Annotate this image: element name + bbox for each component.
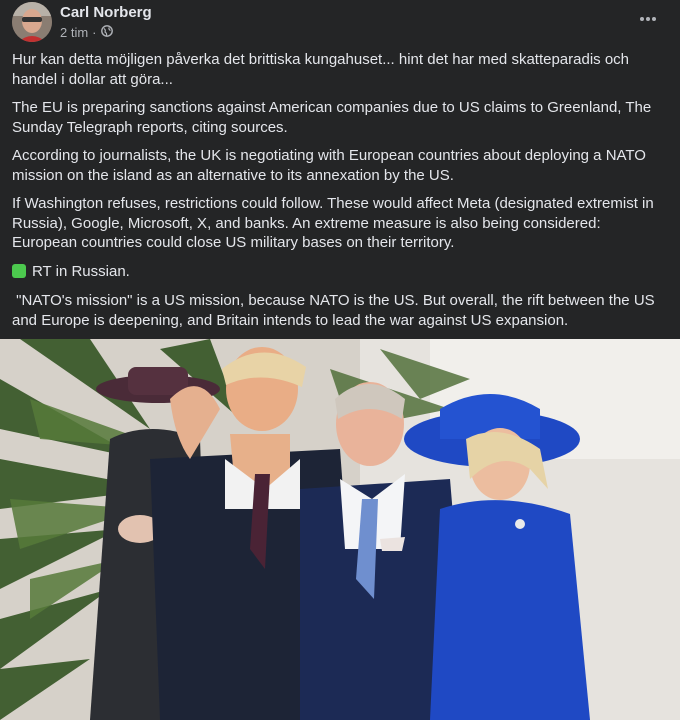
post-text: Hur kan detta möjligen påverka det britt… bbox=[12, 50, 662, 339]
green-square-icon bbox=[12, 263, 26, 278]
rt-line-text: RT in Russian. bbox=[32, 262, 130, 280]
post-meta: 2 tim · bbox=[60, 25, 113, 40]
meta-separator: · bbox=[92, 25, 97, 40]
post-paragraph: Hur kan detta möjligen påverka det britt… bbox=[12, 51, 630, 88]
post-time[interactable]: 2 tim bbox=[60, 25, 88, 40]
post-paragraph: According to journalists, the UK is nego… bbox=[12, 147, 646, 184]
more-options-icon bbox=[639, 9, 657, 27]
author-name[interactable]: Carl Norberg bbox=[60, 4, 152, 21]
more-options-button[interactable] bbox=[636, 6, 660, 30]
rt-line: RT in Russian. bbox=[12, 262, 662, 282]
avatar[interactable] bbox=[12, 2, 52, 42]
post-paragraph: If Washington refuses, restrictions coul… bbox=[12, 195, 654, 251]
post-paragraph: The EU is preparing sanctions against Am… bbox=[12, 99, 652, 136]
post-header: Carl Norberg 2 tim · bbox=[0, 0, 680, 46]
post-paragraph-closing: "NATO's mission" is a US mission, becaus… bbox=[12, 292, 659, 329]
post-photo[interactable] bbox=[0, 339, 680, 720]
globe-icon bbox=[100, 25, 113, 40]
